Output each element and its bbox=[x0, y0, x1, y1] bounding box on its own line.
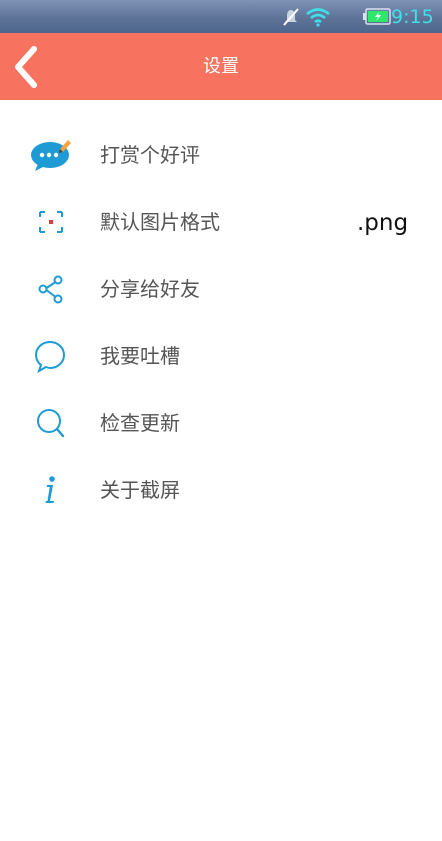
screenshot-frame-icon bbox=[39, 211, 63, 233]
menu-item-label: 我要吐槽 bbox=[100, 344, 180, 368]
menu-item-label: 检查更新 bbox=[100, 411, 180, 435]
menu-item-label: 分享给好友 bbox=[100, 277, 200, 301]
menu-item-image-format[interactable]: 默认图片格式 .png bbox=[0, 189, 442, 256]
menu-item-label: 打赏个好评 bbox=[100, 143, 200, 167]
app-bar: 设置 bbox=[0, 33, 442, 100]
menu-item-label: 默认图片格式 bbox=[100, 210, 220, 234]
menu-item-rate[interactable]: 打赏个好评 bbox=[0, 122, 442, 189]
menu-item-label: 关于截屏 bbox=[100, 478, 180, 502]
menu-item-share[interactable]: 分享给好友 bbox=[0, 256, 442, 323]
menu-item-check-update[interactable]: 检查更新 bbox=[0, 390, 442, 457]
settings-menu: 打赏个好评 默认图片格式 .png 分享给好友 我要吐槽 检查更新 关于截屏 bbox=[0, 122, 442, 524]
search-icon bbox=[37, 409, 65, 438]
speech-bubble-icon bbox=[34, 340, 66, 374]
info-icon bbox=[45, 476, 55, 503]
status-bar: 9:15 bbox=[0, 0, 442, 33]
page-title: 设置 bbox=[203, 56, 239, 77]
mute-icon bbox=[283, 8, 299, 26]
menu-item-about[interactable]: 关于截屏 bbox=[0, 457, 442, 524]
status-time: 9:15 bbox=[391, 6, 434, 28]
chat-bubble-pencil-icon bbox=[31, 140, 71, 171]
image-format-value: .png bbox=[357, 210, 409, 236]
battery-icon bbox=[363, 8, 391, 25]
share-icon bbox=[38, 275, 63, 304]
menu-item-feedback[interactable]: 我要吐槽 bbox=[0, 323, 442, 390]
wifi-icon bbox=[306, 8, 330, 27]
settings-screen: 9:15 设置 打赏个好评 默认图片格式 .png 分享给好友 我要吐槽 检查更… bbox=[0, 0, 442, 841]
